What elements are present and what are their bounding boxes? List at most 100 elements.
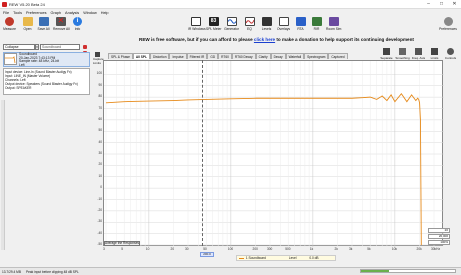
average-responses-button[interactable]: Average the Responses bbox=[104, 241, 140, 246]
tab-clarity[interactable]: Clarity bbox=[255, 53, 271, 59]
x-tick-label: 2k bbox=[334, 247, 338, 251]
rir-button[interactable]: RIR bbox=[309, 17, 324, 31]
minimize-button[interactable]: – bbox=[422, 0, 435, 9]
ir-window-icon bbox=[190, 17, 201, 26]
y-tick-label: 90 bbox=[98, 82, 102, 87]
preferences-button[interactable]: Preferences bbox=[438, 17, 458, 31]
menu-bar: File Tools Preferences Graph Analysis Wi… bbox=[0, 9, 461, 16]
zoom-input[interactable]: 100% bbox=[428, 240, 450, 245]
x-tick-label: 20k bbox=[416, 247, 422, 251]
info-icon: i bbox=[73, 17, 82, 26]
y-tick-label: 60 bbox=[98, 116, 102, 121]
tab-distortion[interactable]: Distortion bbox=[150, 53, 170, 59]
banner-text-pre: REW is free software, but if you can aff… bbox=[139, 37, 253, 42]
menu-tools[interactable]: Tools bbox=[13, 11, 22, 15]
menu-analysis[interactable]: Analysis bbox=[65, 11, 79, 15]
y-tick-label: 10 bbox=[98, 173, 102, 178]
legend-level-label: Level bbox=[288, 256, 297, 260]
tab-filtered-ir[interactable]: Filtered IR bbox=[186, 53, 208, 59]
menu-file[interactable]: File bbox=[3, 11, 9, 15]
smoothing-button[interactable]: Smoothing bbox=[394, 48, 411, 60]
save-icon bbox=[38, 17, 49, 26]
menu-window[interactable]: Window bbox=[83, 11, 97, 15]
levels-icon bbox=[261, 17, 272, 26]
close-button[interactable]: ✕ bbox=[448, 0, 461, 9]
limits-label: Limits bbox=[93, 61, 101, 65]
donation-link[interactable]: click here bbox=[254, 37, 275, 42]
maximize-button[interactable]: □ bbox=[435, 0, 448, 9]
open-button[interactable]: Open bbox=[20, 17, 35, 31]
tab-rt60[interactable]: RT60 bbox=[218, 53, 232, 59]
tab-all-spl[interactable]: All SPL bbox=[132, 53, 151, 59]
overlays-button[interactable]: Overlays bbox=[276, 17, 291, 31]
y-tick-label: 20 bbox=[98, 162, 102, 167]
remove-all-button[interactable]: ✕ Remove All bbox=[53, 16, 70, 31]
freq-axis-button[interactable]: Freq. Axis bbox=[410, 48, 427, 60]
levels-button[interactable]: Levels bbox=[259, 17, 274, 31]
spl-graph[interactable] bbox=[103, 60, 444, 247]
gear-icon bbox=[443, 17, 453, 26]
y-tick-label: -40 bbox=[97, 230, 102, 235]
ir-windows-button[interactable]: IR Windows bbox=[188, 17, 206, 31]
menu-preferences[interactable]: Preferences bbox=[26, 11, 46, 15]
controls-button[interactable]: Controls bbox=[442, 48, 459, 60]
limits-button[interactable]: Limits bbox=[426, 48, 443, 60]
eq-icon bbox=[244, 17, 255, 26]
tab-impulse[interactable]: Impulse bbox=[169, 53, 187, 59]
banner-text-post: to make a donation to help support its c… bbox=[276, 37, 414, 42]
y-tick-label: 100 bbox=[96, 71, 102, 76]
rta-button[interactable]: RTA bbox=[293, 17, 308, 31]
x-tick-label: 20 bbox=[170, 247, 175, 251]
measurement-filter-input[interactable]: Soundboard bbox=[40, 44, 80, 50]
tab-captured[interactable]: Captured bbox=[328, 53, 348, 59]
generator-button[interactable]: Generator bbox=[224, 17, 239, 31]
x-tick-label: 3 bbox=[103, 247, 105, 251]
tab-gd[interactable]: GD bbox=[207, 53, 219, 59]
toolbar: Measure Open Save All ✕ Remove All i Inf… bbox=[0, 16, 461, 36]
measure-button[interactable]: Measure bbox=[2, 17, 17, 31]
spl-meter-button[interactable]: 83 SPL Meter bbox=[206, 17, 221, 31]
y-tick-label: 30 bbox=[98, 151, 102, 155]
menu-graph[interactable]: Graph bbox=[50, 11, 61, 15]
measurement-sort-select[interactable]: Collapse bbox=[3, 44, 35, 50]
left-panel-scrollbar[interactable] bbox=[1, 100, 5, 250]
measurement-channel: Left bbox=[19, 62, 25, 67]
range-min-input[interactable]: 20 bbox=[428, 228, 450, 233]
title-bar: REW V5.20 Beta 24 – □ ✕ bbox=[0, 0, 461, 9]
smoothing-icon bbox=[399, 48, 406, 55]
legend[interactable]: 1 Soundboard Level 0.0 dB bbox=[236, 255, 336, 261]
frequency-cursor[interactable] bbox=[202, 60, 203, 246]
x-tick-label: 200 bbox=[252, 247, 258, 251]
x-tick-label: 100 bbox=[227, 247, 234, 251]
room-sim-icon bbox=[328, 17, 339, 26]
delete-measurement-icon[interactable] bbox=[83, 45, 87, 49]
memory-bar-fill bbox=[361, 270, 390, 272]
tab-spl-phase[interactable]: SPL & Phase bbox=[108, 53, 133, 59]
x-tick-label: 30kHz bbox=[431, 247, 441, 251]
chevron-down-icon[interactable]: ▾ bbox=[35, 44, 39, 50]
y-tick-label: -10 bbox=[97, 196, 102, 201]
x-tick-label: 30 bbox=[185, 247, 189, 251]
x-tick-label: 5 bbox=[121, 247, 123, 251]
eq-button[interactable]: EQ bbox=[242, 17, 257, 31]
tab-rt60-decay[interactable]: RT60 Decay bbox=[231, 53, 256, 59]
menu-help[interactable]: Help bbox=[101, 11, 109, 15]
measurement-thumbnail bbox=[4, 53, 17, 65]
info-button[interactable]: i Info bbox=[70, 17, 85, 31]
range-max-input[interactable]: 20,000 bbox=[428, 234, 450, 239]
spl-meter-icon: 83 bbox=[208, 17, 219, 26]
save-all-button[interactable]: Save All bbox=[36, 17, 51, 31]
rta-icon bbox=[295, 17, 306, 26]
y-tick-label: -50 bbox=[97, 242, 102, 246]
sine-wave-icon bbox=[226, 17, 237, 26]
x-tick-label: 10k bbox=[391, 247, 398, 251]
rir-icon bbox=[311, 17, 322, 26]
remove-icon: ✕ bbox=[55, 16, 66, 26]
separate-button[interactable]: Separate bbox=[378, 48, 395, 60]
tab-spectrogram[interactable]: Spectrogram bbox=[304, 53, 329, 59]
room-sim-button[interactable]: Room Sim bbox=[326, 17, 341, 31]
tab-decay[interactable]: Decay bbox=[270, 53, 286, 59]
tab-waterfall[interactable]: Waterfall bbox=[285, 53, 305, 59]
x-tick-label: 300 bbox=[267, 247, 273, 251]
graph-tabs: SPL & Phase All SPL Distortion Impulse F… bbox=[108, 53, 348, 59]
